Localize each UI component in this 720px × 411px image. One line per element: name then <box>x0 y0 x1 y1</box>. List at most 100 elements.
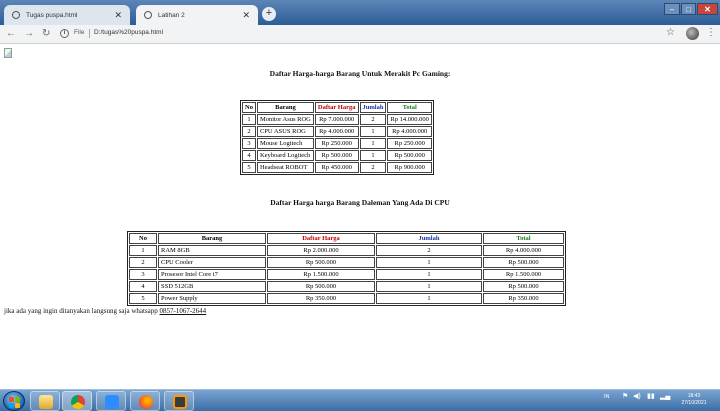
page-content: Daftar Harga-harga Barang Untuk Merakit … <box>0 45 720 390</box>
table-row: 1 RAM 8GB Rp 2.000.000 2 Rp 4.000.000 <box>129 245 564 256</box>
cell-no: 1 <box>129 245 157 256</box>
clock-date: 27/10/2021 <box>681 400 707 406</box>
cell-barang: CPU Cooler <box>158 257 266 268</box>
table-header-row: No Barang Daftar Harga Jumlah Total <box>242 102 432 113</box>
header-jumlah: Jumlah <box>359 102 387 113</box>
language-indicator[interactable]: IN <box>604 394 610 400</box>
minimize-button[interactable]: – <box>664 3 680 15</box>
close-icon[interactable]: ✕ <box>114 10 122 21</box>
cell-total: Rp 500.000 <box>483 257 564 268</box>
heading-pc-gaming: Daftar Harga-harga Barang Untuk Merakit … <box>269 69 451 78</box>
volume-icon[interactable]: ◀) <box>633 392 641 400</box>
network-icon[interactable]: ▮▮ <box>647 392 655 400</box>
cell-no: 5 <box>242 162 256 173</box>
taskbar-firefox[interactable] <box>130 391 160 411</box>
back-arrow-icon[interactable]: ← <box>6 28 16 40</box>
signal-icon[interactable]: ▂▄ <box>660 392 670 400</box>
header-barang: Barang <box>158 233 266 244</box>
cell-barang: RAM 8GB <box>158 245 266 256</box>
pc-gaming-price-table: No Barang Daftar Harga Jumlah Total 1 Mon… <box>240 100 434 175</box>
cell-total: Rp 350.000 <box>483 293 564 304</box>
close-window-button[interactable]: ✕ <box>697 3 718 15</box>
cell-jumlah: 1 <box>359 126 387 137</box>
cell-no: 2 <box>129 257 157 268</box>
tab-title: Latihan 2 <box>158 11 185 19</box>
cell-jumlah: 1 <box>376 269 482 280</box>
zoom-icon <box>105 395 119 409</box>
header-jumlah: Jumlah <box>376 233 482 244</box>
cell-daftar-harga: Rp 2.000.000 <box>267 245 375 256</box>
maximize-button[interactable]: □ <box>681 3 696 15</box>
cell-daftar-harga: Rp 500.000 <box>267 257 375 268</box>
cell-jumlah: 2 <box>376 245 482 256</box>
windows-taskbar: IN ⚑ ◀) ▮▮ ▂▄ 18:43 27/10/2021 <box>0 389 720 411</box>
cell-barang: Power Supply <box>158 293 266 304</box>
cell-total: Rp 500.000 <box>387 150 432 161</box>
header-no: No <box>129 233 157 244</box>
heading-cpu-parts: Daftar Harga harga Barang Daleman Yang A… <box>270 198 450 207</box>
cell-jumlah: 2 <box>359 114 387 125</box>
contact-message: jika ada yang ingin ditanyakan langsung … <box>4 307 160 315</box>
flag-icon[interactable]: ⚑ <box>622 392 628 400</box>
cell-jumlah: 1 <box>376 293 482 304</box>
cell-total: Rp 500.000 <box>483 281 564 292</box>
header-barang: Barang <box>256 102 314 113</box>
tab-title: Tugas puspa.html <box>26 11 78 19</box>
cell-daftar-harga: Rp 250.000 <box>314 138 359 149</box>
globe-icon <box>12 11 20 19</box>
info-icon[interactable]: i <box>60 29 69 38</box>
cell-no: 1 <box>242 114 256 125</box>
close-icon[interactable]: ✕ <box>242 10 250 21</box>
cell-daftar-harga: Rp 500.000 <box>314 150 359 161</box>
tab-latihan-2[interactable]: Latihan 2 ✕ <box>136 5 258 25</box>
address-bar[interactable]: D:/tugas%20puspa.html <box>94 29 163 36</box>
cell-no: 2 <box>242 126 256 137</box>
cell-daftar-harga: Rp 500.000 <box>267 281 375 292</box>
taskbar-chrome[interactable] <box>62 391 92 411</box>
cell-total: Rp 900.000 <box>387 162 432 173</box>
broken-image-icon <box>4 48 12 58</box>
cell-total: Rp 1.500.000 <box>483 269 564 280</box>
start-button[interactable] <box>3 391 25 411</box>
divider <box>89 29 90 38</box>
taskbar-clock[interactable]: 18:43 27/10/2021 <box>674 393 714 407</box>
windows-logo-icon <box>9 397 14 402</box>
tab-tugas-puspa[interactable]: Tugas puspa.html ✕ <box>4 5 130 25</box>
bookmark-star-icon[interactable]: ☆ <box>666 27 675 38</box>
header-no: No <box>242 102 256 113</box>
cell-daftar-harga: Rp 4.000.000 <box>314 126 359 137</box>
chrome-icon <box>71 395 85 409</box>
table-row: 2 CPU ASUS ROG Rp 4.000.000 1 Rp 4.000.000 <box>242 126 432 137</box>
new-tab-button[interactable]: + <box>262 7 276 21</box>
cell-no: 3 <box>129 269 157 280</box>
cell-jumlah: 1 <box>376 257 482 268</box>
cell-daftar-harga: Rp 7.000.000 <box>314 114 359 125</box>
table-row: 5 Power Supply Rp 350.000 1 Rp 350.000 <box>129 293 564 304</box>
header-daftar-harga: Daftar Harga <box>314 102 359 113</box>
table-row: 5 Headseat ROBOT Rp 450.000 2 Rp 900.000 <box>242 162 432 173</box>
reload-icon[interactable]: ↻ <box>42 28 50 40</box>
file-label: File <box>74 29 85 36</box>
taskbar-sublime[interactable] <box>164 391 194 411</box>
cell-barang: Keyboard Logitech <box>256 150 314 161</box>
contact-text: jika ada yang ingin ditanyakan langsung … <box>4 307 206 315</box>
cell-daftar-harga: Rp 1.500.000 <box>267 269 375 280</box>
profile-avatar[interactable] <box>686 27 699 40</box>
taskbar-zoom[interactable] <box>96 391 126 411</box>
table-row: 4 Keyboard Logitech Rp 500.000 1 Rp 500.000 <box>242 150 432 161</box>
clock-time: 18:43 <box>687 393 701 399</box>
more-menu-icon[interactable]: ⋮ <box>706 27 716 38</box>
cell-barang: Prosesor Intel Core i7 <box>158 269 266 280</box>
header-total: Total <box>483 233 564 244</box>
cell-barang: CPU ASUS ROG <box>256 126 314 137</box>
cell-total: Rp 4.000.000 <box>387 126 432 137</box>
cell-barang: Mouse Logitech <box>256 138 314 149</box>
globe-icon <box>144 11 152 19</box>
cell-jumlah: 2 <box>359 162 387 173</box>
firefox-icon <box>139 395 153 409</box>
forward-arrow-icon[interactable]: → <box>24 28 34 40</box>
cell-barang: Monitor Asus ROG <box>256 114 314 125</box>
folder-icon <box>39 395 53 409</box>
table-row: 2 CPU Cooler Rp 500.000 1 Rp 500.000 <box>129 257 564 268</box>
taskbar-explorer[interactable] <box>30 391 60 411</box>
